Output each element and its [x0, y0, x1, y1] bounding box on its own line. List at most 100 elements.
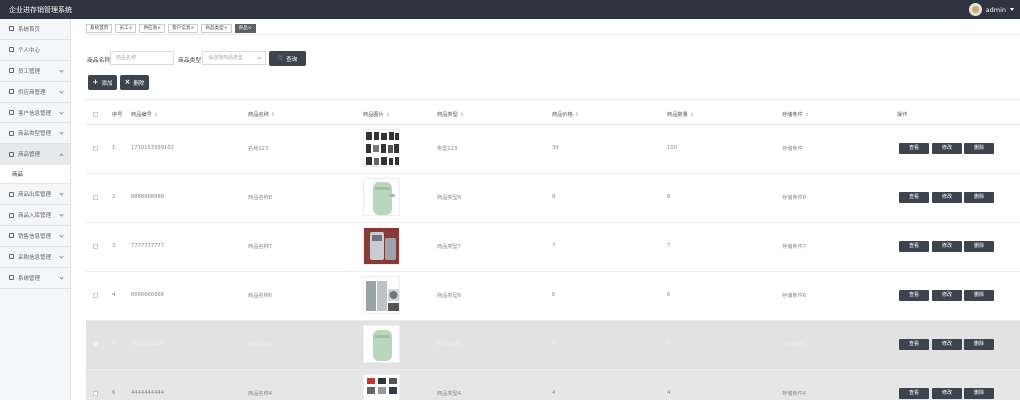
cell-price: 6 — [552, 292, 556, 298]
sidebar-item-product-type[interactable]: 商品类型管理 — [0, 123, 70, 145]
avatar[interactable] — [968, 3, 982, 16]
header-price[interactable]: 商品价格 ⇕ — [552, 111, 579, 118]
header-qty[interactable]: 商品数量 ⇕ — [667, 111, 694, 118]
cell-price: 4 — [552, 390, 556, 396]
sidebar-item-purchase[interactable]: 采购信息管理 — [0, 247, 70, 268]
sidebar-item-profile[interactable]: 个人中心 — [0, 40, 70, 61]
edit-button[interactable]: 修改 — [932, 192, 962, 203]
grid-icon — [9, 191, 14, 197]
product-image — [363, 178, 400, 216]
sidebar-item-customer[interactable]: 客户信息管理 — [0, 103, 70, 124]
type-label: 商品类型 — [178, 58, 202, 64]
people-icon — [9, 110, 14, 115]
sidebar-item-staff[interactable]: 员工管理 — [0, 61, 70, 82]
view-button[interactable]: 查看 — [899, 192, 929, 203]
view-button[interactable]: 查看 — [899, 143, 929, 154]
name-input[interactable]: 商品名称 — [110, 51, 174, 65]
cell-name: 商品名称5 — [248, 342, 273, 348]
header-type[interactable]: 商品类型 ⇕ — [437, 111, 464, 118]
cell-index: 5 — [112, 341, 116, 347]
cell-type: 商品类型4 — [437, 391, 462, 397]
flag-icon — [9, 68, 14, 74]
delete-row-button[interactable]: 删除 — [964, 388, 994, 399]
view-button[interactable]: 查看 — [899, 241, 929, 252]
sort-icon[interactable]: ⇕ — [690, 112, 694, 118]
chevron-down-icon — [59, 275, 64, 280]
cell-qty: 8 — [667, 194, 671, 200]
table-row: 2 8888888888 商品名称8 商品类型8 8 8 存储条件8 查看 修改… — [86, 174, 1020, 223]
sidebar-item-supplier[interactable]: 供应商管理 — [0, 82, 70, 103]
type-select[interactable]: 请选择商品类型 — [202, 51, 266, 65]
sort-icon[interactable]: ⇕ — [460, 112, 464, 118]
cell-code: 4444444444 — [131, 390, 165, 396]
username[interactable]: admin — [986, 6, 1006, 14]
sort-icon[interactable]: ⇕ — [805, 112, 809, 118]
sidebar-item-system[interactable]: 系统管理 — [0, 268, 70, 289]
row-checkbox[interactable] — [93, 391, 98, 396]
row-checkbox[interactable] — [93, 342, 98, 347]
delete-row-button[interactable]: 删除 — [964, 290, 994, 301]
delete-button[interactable]: × 删除 — [120, 75, 149, 90]
header-name[interactable]: 商品名称 ⇕ — [248, 111, 275, 118]
cell-name: 商品名称7 — [248, 244, 273, 250]
header-code[interactable]: 商品编号 ⇕ — [131, 111, 158, 118]
grid-icon — [9, 233, 14, 239]
edit-button[interactable]: 修改 — [932, 339, 962, 350]
row-checkbox[interactable] — [93, 244, 98, 249]
tab-product[interactable]: 商品× — [234, 24, 256, 33]
select-all-checkbox[interactable] — [93, 112, 98, 117]
tab-product-type[interactable]: 商品类型× — [201, 24, 232, 33]
user-menu[interactable]: admin — [968, 2, 1014, 17]
row-checkbox[interactable] — [93, 293, 98, 298]
cell-name: 名称123 — [248, 146, 269, 152]
cell-code: 7777777777 — [131, 243, 165, 249]
cell-name: 商品名称4 — [248, 391, 273, 397]
delete-row-button[interactable]: 删除 — [964, 143, 994, 154]
grid-icon — [9, 275, 14, 281]
sidebar-item-product[interactable]: 商品管理 — [0, 144, 70, 166]
edit-button[interactable]: 修改 — [932, 241, 962, 252]
view-button[interactable]: 查看 — [899, 388, 929, 399]
cell-qty: 4 — [667, 390, 671, 396]
cell-storage: 存储条件7 — [782, 244, 807, 250]
tab-staff[interactable]: 员工× — [115, 24, 137, 33]
row-checkbox[interactable] — [93, 146, 98, 151]
sort-icon[interactable]: ⇕ — [271, 112, 275, 118]
delete-row-button[interactable]: 删除 — [964, 241, 994, 252]
view-button[interactable]: 查看 — [899, 339, 929, 350]
sidebar-item-outbound[interactable]: 商品出库管理 — [0, 184, 70, 206]
delete-row-button[interactable]: 删除 — [964, 339, 994, 350]
query-button[interactable]: ♡ 查询 — [269, 51, 306, 66]
header-actions: 操作 — [897, 112, 908, 118]
cell-storage: 存储条件5 — [782, 342, 807, 348]
edit-button[interactable]: 修改 — [932, 388, 962, 399]
chevron-down-icon — [59, 68, 64, 73]
sort-icon[interactable]: ⇕ — [154, 112, 158, 118]
cell-storage: 存储条件6 — [782, 293, 807, 299]
view-button[interactable]: 查看 — [899, 290, 929, 301]
edit-button[interactable]: 修改 — [932, 290, 962, 301]
cell-type: 商品类型8 — [437, 195, 462, 201]
caret-down-icon[interactable] — [1010, 8, 1014, 11]
sidebar-item-inbound[interactable]: 商品入库管理 — [0, 205, 70, 227]
table-row: 6 4444444444 商品名称4 商品类型4 4 4 存储条件4 查看 修改… — [86, 370, 1020, 400]
cell-price: 5 — [552, 341, 556, 347]
add-button[interactable]: + 添加 — [88, 75, 117, 90]
chevron-up-icon — [59, 153, 64, 158]
chevron-down-icon — [257, 55, 262, 60]
header-image[interactable]: 商品图片 ⇕ — [363, 111, 390, 118]
tab-customer[interactable]: 客户信息× — [168, 24, 199, 33]
edit-button[interactable]: 修改 — [932, 143, 962, 154]
cell-type: 商品类型6 — [437, 293, 462, 299]
cell-name: 商品名称6 — [248, 293, 273, 299]
sort-icon[interactable]: ⇕ — [575, 112, 579, 118]
sidebar-subitem-product[interactable]: 商品 — [0, 165, 70, 185]
sidebar-item-sales[interactable]: 销售信息管理 — [0, 226, 70, 247]
sort-icon[interactable]: ⇕ — [386, 112, 390, 118]
sidebar-item-home[interactable]: 系统首页 — [0, 19, 70, 40]
row-checkbox[interactable] — [93, 195, 98, 200]
tab-home[interactable]: 系统首页 — [86, 24, 113, 33]
header-storage[interactable]: 存储条件 ⇕ — [782, 111, 809, 118]
delete-row-button[interactable]: 删除 — [964, 192, 994, 203]
tab-supplier[interactable]: 供应商× — [139, 24, 166, 33]
